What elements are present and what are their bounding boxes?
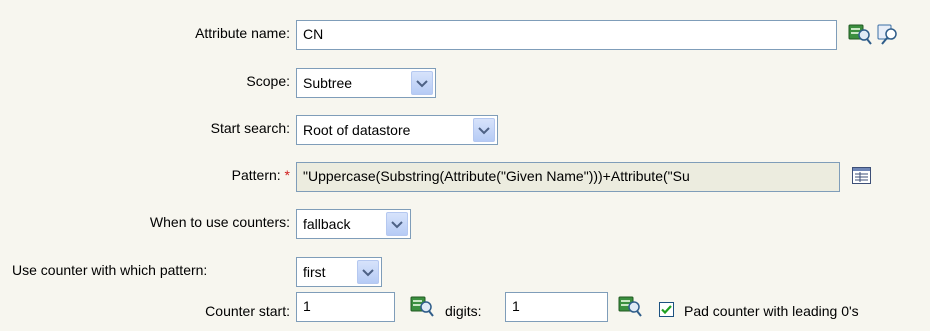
attribute-name-input[interactable]: CN [296, 20, 837, 50]
pad-checkbox[interactable] [659, 302, 674, 317]
chevron-down-icon[interactable] [357, 260, 379, 284]
counter-start-input[interactable]: 1 [296, 292, 395, 322]
counter-start-label: Counter start: [205, 303, 290, 319]
start-search-label: Start search: [210, 120, 290, 136]
counter-pattern-value: first [303, 264, 326, 280]
digits-label: digits: [445, 303, 482, 319]
when-counters-select[interactable]: fallback [296, 209, 411, 239]
browse-icon[interactable] [848, 23, 872, 48]
pattern-label: Pattern: * [232, 167, 290, 183]
scope-select[interactable]: Subtree [296, 68, 436, 98]
required-marker: * [284, 167, 290, 183]
chevron-down-icon[interactable] [386, 212, 408, 236]
scope-value: Subtree [303, 75, 353, 91]
start-search-value: Root of datastore [303, 122, 411, 138]
scope-label: Scope: [246, 73, 290, 89]
lookup-icon[interactable] [876, 23, 900, 48]
browse-icon[interactable] [410, 295, 434, 320]
chevron-down-icon[interactable] [411, 71, 433, 95]
when-counters-value: fallback [303, 216, 351, 232]
pad-label[interactable]: Pad counter with leading 0's [684, 303, 859, 319]
editor-icon[interactable] [851, 165, 873, 190]
browse-icon[interactable] [618, 295, 642, 320]
counter-pattern-label: Use counter with which pattern: [12, 262, 208, 278]
chevron-down-icon[interactable] [473, 118, 495, 142]
pattern-label-text: Pattern: [231, 167, 281, 183]
pattern-input[interactable]: "Uppercase(Substring(Attribute("Given Na… [296, 162, 840, 192]
when-counters-label: When to use counters: [149, 214, 290, 230]
start-search-select[interactable]: Root of datastore [296, 115, 498, 145]
digits-input[interactable]: 1 [505, 292, 608, 322]
attribute-name-label: Attribute name: [195, 25, 290, 41]
checkmark-icon [661, 305, 672, 315]
counter-pattern-select[interactable]: first [296, 257, 382, 287]
